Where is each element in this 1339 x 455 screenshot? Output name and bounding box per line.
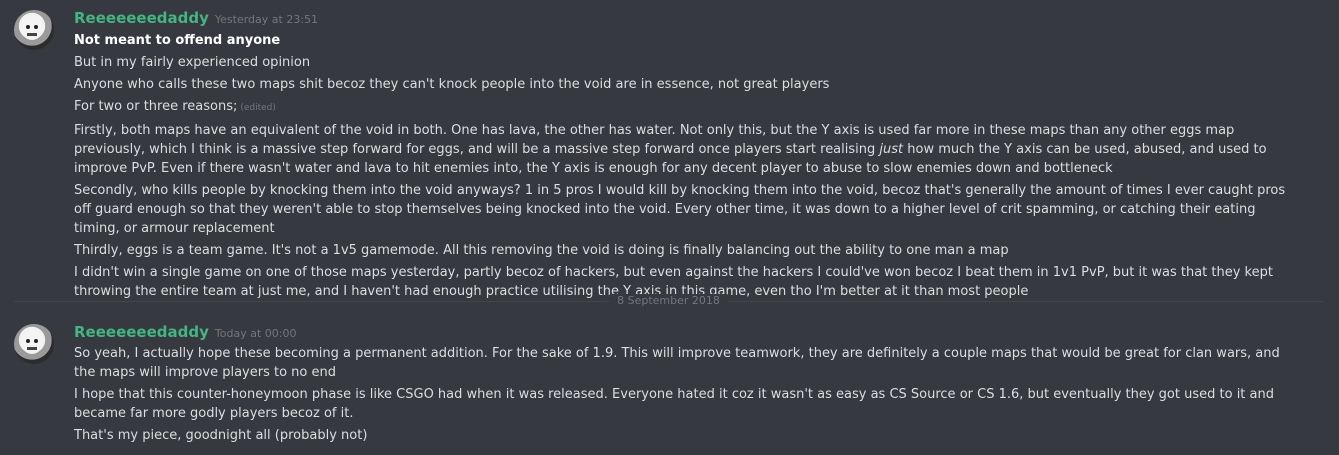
avatar[interactable]	[14, 10, 54, 50]
message-text: For two or three reasons; (edited)	[74, 97, 1299, 118]
date-divider-label: 8 September 2018	[609, 294, 728, 308]
message-text: Firstly, both maps have an equivalent of…	[74, 121, 1299, 178]
message-text: But in my fairly experienced opinion	[74, 55, 311, 70]
message-text: Thirdly, eggs is a team game. It's not a…	[74, 243, 1009, 258]
message-text: Secondly, who kills people by knocking t…	[74, 183, 1286, 236]
ghost-avatar-icon	[21, 16, 43, 40]
message-list: So yeah, I actually hope these becoming …	[74, 344, 1299, 448]
timestamp: Today at 00:00	[214, 327, 297, 340]
message-text-italic: just	[879, 142, 904, 157]
message-text: That's my piece, goodnight all (probably…	[74, 428, 368, 443]
message-header: Reeeeeeedaddy Yesterday at 23:51	[74, 8, 318, 28]
username[interactable]: Reeeeeeedaddy	[74, 323, 209, 341]
message-text-content: For two or three reasons;	[74, 99, 238, 114]
message-text: Not meant to offend anyone	[74, 33, 281, 48]
timestamp: Yesterday at 23:51	[214, 13, 319, 26]
message-header: Reeeeeeedaddy Today at 00:00	[74, 322, 296, 342]
message-text: So yeah, I actually hope these becoming …	[74, 346, 1280, 380]
chat-messages: Reeeeeeedaddy Yesterday at 23:51 Not mean…	[0, 0, 1339, 455]
message-text: Anyone who calls these two maps shit bec…	[74, 77, 830, 92]
message-text: I hope that this counter-honeymoon phase…	[74, 387, 1274, 421]
edited-label: (edited)	[240, 103, 276, 113]
username[interactable]: Reeeeeeedaddy	[74, 9, 209, 27]
message-list: Not meant to offend anyone But in my fai…	[74, 31, 1299, 304]
avatar[interactable]	[14, 324, 54, 364]
date-divider: 8 September 2018	[14, 294, 1323, 308]
ghost-avatar-icon	[21, 330, 43, 354]
